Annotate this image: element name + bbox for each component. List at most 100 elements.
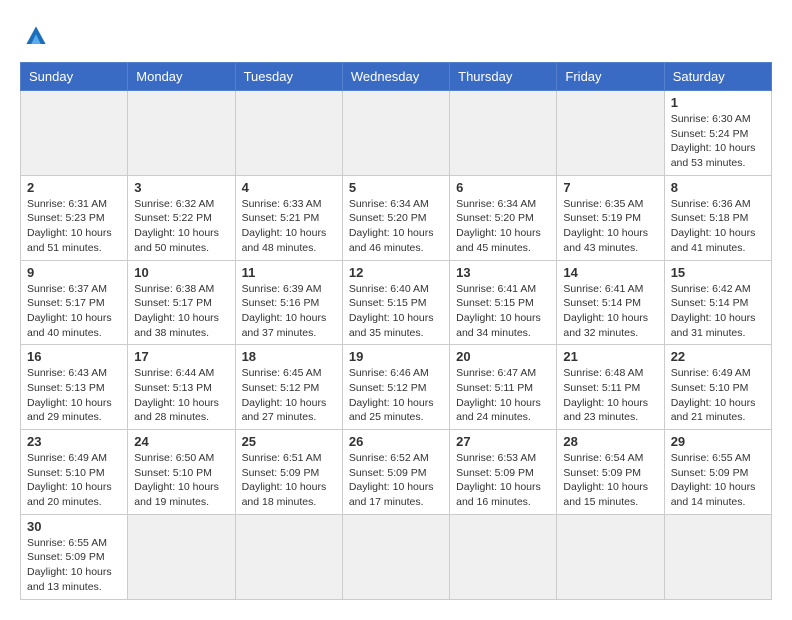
weekday-row: SundayMondayTuesdayWednesdayThursdayFrid…	[21, 63, 772, 91]
calendar-cell: 26Sunrise: 6:52 AMSunset: 5:09 PMDayligh…	[342, 430, 449, 515]
day-info: Sunrise: 6:49 AMSunset: 5:10 PMDaylight:…	[27, 451, 121, 510]
calendar-cell: 6 Sunrise: 6:34 AMSunset: 5:20 PMDaylight…	[450, 175, 557, 260]
day-info: Sunrise: 6:55 AMSunset: 5:09 PMDaylight:…	[671, 451, 765, 510]
calendar-cell: 21 Sunrise: 6:48 AMSunset: 5:11 PMDayligh…	[557, 345, 664, 430]
day-number: 5	[349, 180, 443, 195]
calendar-cell	[342, 514, 449, 599]
week-row-5: 30Sunrise: 6:55 AMSunset: 5:09 PMDayligh…	[21, 514, 772, 599]
day-number: 12	[349, 265, 443, 280]
weekday-header-wednesday: Wednesday	[342, 63, 449, 91]
day-info: Sunrise: 6:45 AMSunset: 5:12 PMDaylight:…	[242, 366, 336, 425]
day-info: Sunrise: 6:50 AMSunset: 5:10 PMDaylight:…	[134, 451, 228, 510]
day-info: Sunrise: 6:49 AMSunset: 5:10 PMDaylight:…	[671, 366, 765, 425]
day-info: Sunrise: 6:54 AMSunset: 5:09 PMDaylight:…	[563, 451, 657, 510]
calendar-cell	[557, 514, 664, 599]
day-info: Sunrise: 6:37 AMSunset: 5:17 PMDaylight:…	[27, 282, 121, 341]
day-number: 19	[349, 349, 443, 364]
day-info: Sunrise: 6:48 AMSunset: 5:11 PMDaylight:…	[563, 366, 657, 425]
day-number: 21	[563, 349, 657, 364]
calendar-cell: 5 Sunrise: 6:34 AMSunset: 5:20 PMDaylight…	[342, 175, 449, 260]
calendar-cell	[664, 514, 771, 599]
day-number: 15	[671, 265, 765, 280]
calendar-cell	[128, 91, 235, 176]
calendar-cell: 15 Sunrise: 6:42 AMSunset: 5:14 PMDayligh…	[664, 260, 771, 345]
calendar-cell	[21, 91, 128, 176]
calendar-cell: 7Sunrise: 6:35 AMSunset: 5:19 PMDaylight…	[557, 175, 664, 260]
calendar-cell: 23Sunrise: 6:49 AMSunset: 5:10 PMDayligh…	[21, 430, 128, 515]
day-number: 28	[563, 434, 657, 449]
calendar-cell	[235, 91, 342, 176]
day-number: 30	[27, 519, 121, 534]
day-info: Sunrise: 6:42 AMSunset: 5:14 PMDaylight:…	[671, 282, 765, 341]
calendar-cell: 25Sunrise: 6:51 AMSunset: 5:09 PMDayligh…	[235, 430, 342, 515]
calendar-cell	[342, 91, 449, 176]
day-number: 6	[456, 180, 550, 195]
day-number: 26	[349, 434, 443, 449]
calendar-cell	[450, 514, 557, 599]
calendar-cell: 16 Sunrise: 6:43 AMSunset: 5:13 PMDayligh…	[21, 345, 128, 430]
calendar-cell: 29 Sunrise: 6:55 AMSunset: 5:09 PMDayligh…	[664, 430, 771, 515]
day-info: Sunrise: 6:39 AMSunset: 5:16 PMDaylight:…	[242, 282, 336, 341]
calendar-cell: 4 Sunrise: 6:33 AMSunset: 5:21 PMDaylight…	[235, 175, 342, 260]
calendar-cell: 19 Sunrise: 6:46 AMSunset: 5:12 PMDayligh…	[342, 345, 449, 430]
day-info: Sunrise: 6:41 AMSunset: 5:14 PMDaylight:…	[563, 282, 657, 341]
day-number: 24	[134, 434, 228, 449]
logo	[20, 20, 56, 52]
calendar: SundayMondayTuesdayWednesdayThursdayFrid…	[20, 62, 772, 600]
calendar-cell: 11 Sunrise: 6:39 AMSunset: 5:16 PMDayligh…	[235, 260, 342, 345]
day-number: 8	[671, 180, 765, 195]
calendar-cell: 14Sunrise: 6:41 AMSunset: 5:14 PMDayligh…	[557, 260, 664, 345]
weekday-header-thursday: Thursday	[450, 63, 557, 91]
day-number: 13	[456, 265, 550, 280]
week-row-4: 23Sunrise: 6:49 AMSunset: 5:10 PMDayligh…	[21, 430, 772, 515]
day-number: 1	[671, 95, 765, 110]
day-number: 11	[242, 265, 336, 280]
calendar-cell	[235, 514, 342, 599]
day-number: 22	[671, 349, 765, 364]
calendar-cell: 12 Sunrise: 6:40 AMSunset: 5:15 PMDayligh…	[342, 260, 449, 345]
calendar-cell	[450, 91, 557, 176]
day-info: Sunrise: 6:46 AMSunset: 5:12 PMDaylight:…	[349, 366, 443, 425]
calendar-cell: 27 Sunrise: 6:53 AMSunset: 5:09 PMDayligh…	[450, 430, 557, 515]
weekday-header-tuesday: Tuesday	[235, 63, 342, 91]
day-number: 27	[456, 434, 550, 449]
header	[20, 20, 772, 52]
day-info: Sunrise: 6:40 AMSunset: 5:15 PMDaylight:…	[349, 282, 443, 341]
day-info: Sunrise: 6:32 AMSunset: 5:22 PMDaylight:…	[134, 197, 228, 256]
calendar-cell: 20Sunrise: 6:47 AMSunset: 5:11 PMDayligh…	[450, 345, 557, 430]
calendar-header: SundayMondayTuesdayWednesdayThursdayFrid…	[21, 63, 772, 91]
calendar-cell: 28 Sunrise: 6:54 AMSunset: 5:09 PMDayligh…	[557, 430, 664, 515]
day-number: 4	[242, 180, 336, 195]
day-info: Sunrise: 6:51 AMSunset: 5:09 PMDaylight:…	[242, 451, 336, 510]
calendar-cell	[128, 514, 235, 599]
calendar-cell: 1Sunrise: 6:30 AMSunset: 5:24 PMDaylight…	[664, 91, 771, 176]
day-number: 17	[134, 349, 228, 364]
day-info: Sunrise: 6:53 AMSunset: 5:09 PMDaylight:…	[456, 451, 550, 510]
day-number: 16	[27, 349, 121, 364]
calendar-cell: 13 Sunrise: 6:41 AMSunset: 5:15 PMDayligh…	[450, 260, 557, 345]
calendar-body: 1Sunrise: 6:30 AMSunset: 5:24 PMDaylight…	[21, 91, 772, 600]
day-info: Sunrise: 6:34 AMSunset: 5:20 PMDaylight:…	[456, 197, 550, 256]
day-info: Sunrise: 6:36 AMSunset: 5:18 PMDaylight:…	[671, 197, 765, 256]
logo-svg	[20, 20, 52, 52]
calendar-cell: 18 Sunrise: 6:45 AMSunset: 5:12 PMDayligh…	[235, 345, 342, 430]
day-info: Sunrise: 6:41 AMSunset: 5:15 PMDaylight:…	[456, 282, 550, 341]
day-info: Sunrise: 6:47 AMSunset: 5:11 PMDaylight:…	[456, 366, 550, 425]
day-info: Sunrise: 6:33 AMSunset: 5:21 PMDaylight:…	[242, 197, 336, 256]
day-number: 10	[134, 265, 228, 280]
day-number: 18	[242, 349, 336, 364]
day-info: Sunrise: 6:43 AMSunset: 5:13 PMDaylight:…	[27, 366, 121, 425]
day-info: Sunrise: 6:35 AMSunset: 5:19 PMDaylight:…	[563, 197, 657, 256]
weekday-header-monday: Monday	[128, 63, 235, 91]
day-number: 29	[671, 434, 765, 449]
weekday-header-sunday: Sunday	[21, 63, 128, 91]
week-row-2: 9Sunrise: 6:37 AMSunset: 5:17 PMDaylight…	[21, 260, 772, 345]
day-number: 3	[134, 180, 228, 195]
calendar-cell: 22 Sunrise: 6:49 AMSunset: 5:10 PMDayligh…	[664, 345, 771, 430]
calendar-cell	[557, 91, 664, 176]
calendar-cell: 2Sunrise: 6:31 AMSunset: 5:23 PMDaylight…	[21, 175, 128, 260]
day-info: Sunrise: 6:44 AMSunset: 5:13 PMDaylight:…	[134, 366, 228, 425]
day-info: Sunrise: 6:34 AMSunset: 5:20 PMDaylight:…	[349, 197, 443, 256]
calendar-cell: 17 Sunrise: 6:44 AMSunset: 5:13 PMDayligh…	[128, 345, 235, 430]
weekday-header-saturday: Saturday	[664, 63, 771, 91]
